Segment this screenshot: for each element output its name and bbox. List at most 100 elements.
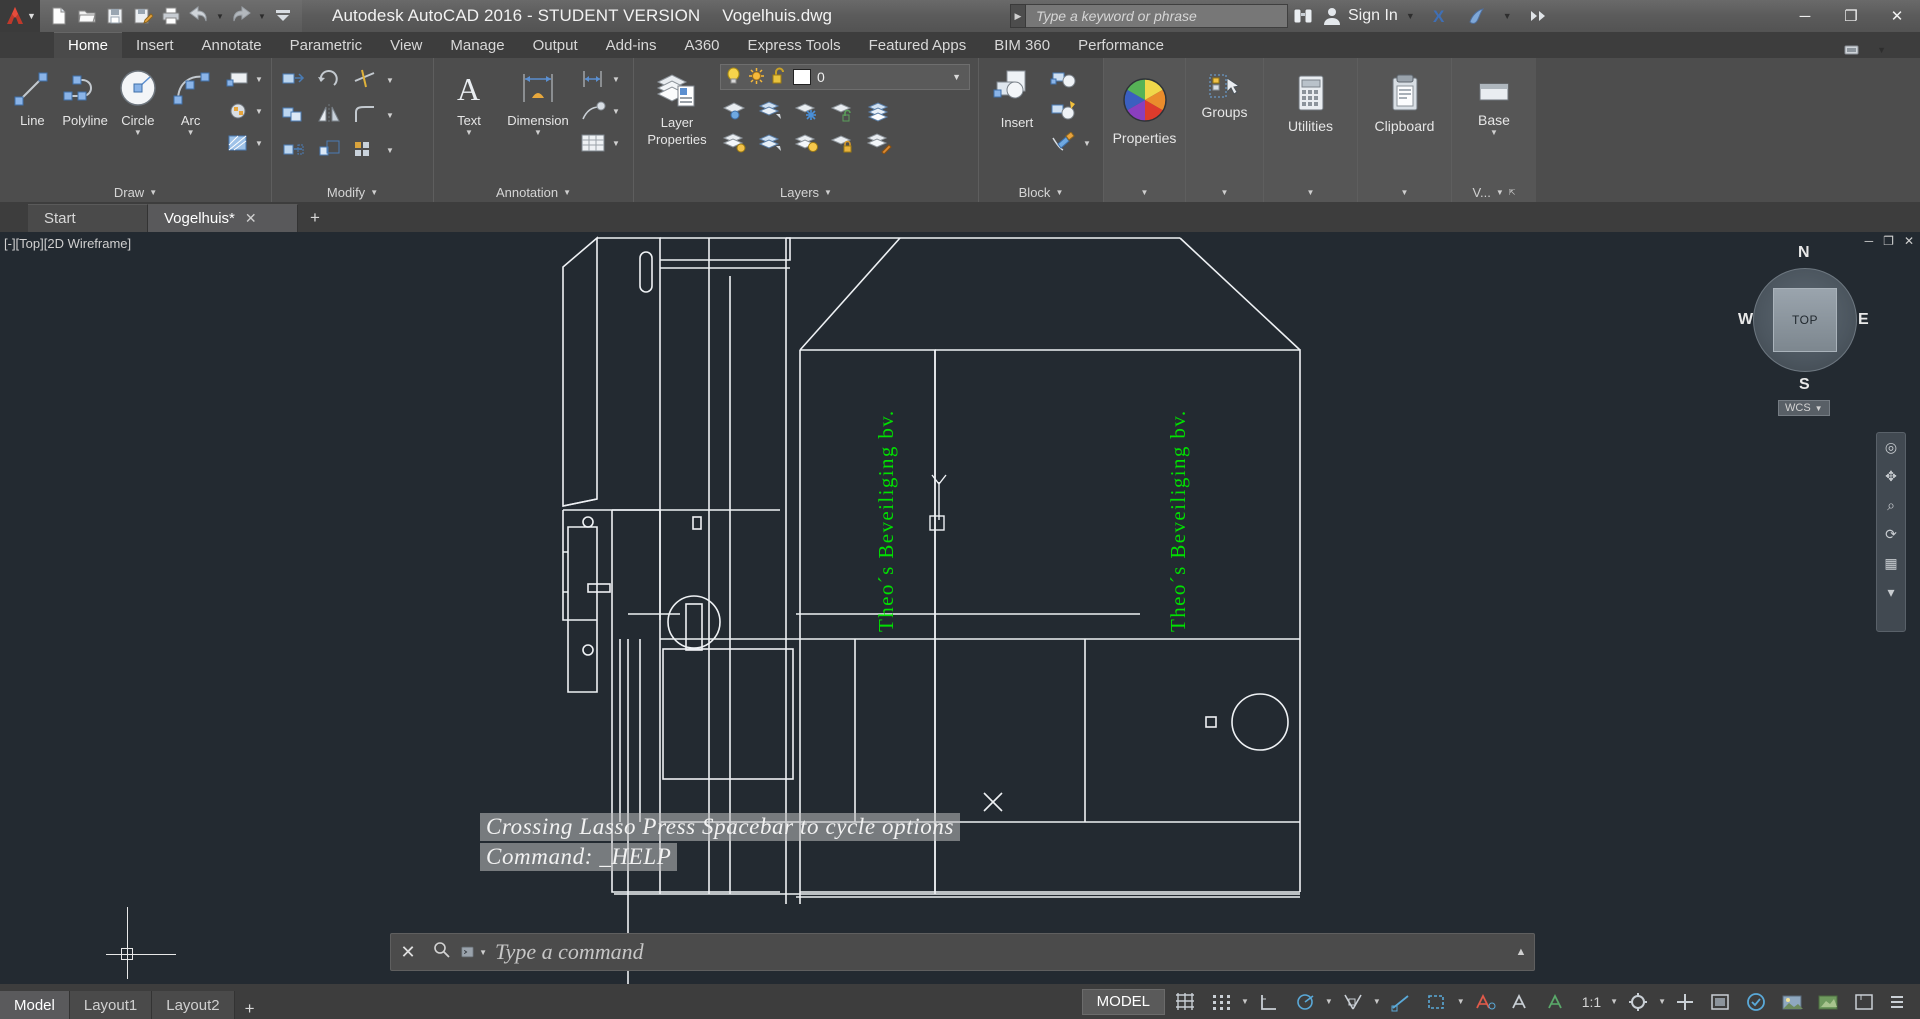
panel-groups-expand-icon[interactable]: ▼ bbox=[1221, 188, 1229, 197]
minimize-button[interactable]: ─ bbox=[1782, 0, 1828, 32]
hardware-acceleration-icon[interactable] bbox=[1740, 987, 1772, 1017]
undo-icon[interactable] bbox=[186, 3, 212, 29]
signin-caret-icon[interactable]: ▼ bbox=[1406, 11, 1415, 21]
panel-layers-expand-icon[interactable]: ▼ bbox=[824, 188, 832, 197]
compass-north-label[interactable]: N bbox=[1798, 244, 1810, 262]
wcs-caret-icon[interactable]: ▼ bbox=[1815, 404, 1823, 413]
modify-fillet-caret-icon[interactable]: ▼ bbox=[386, 99, 396, 132]
annotation-text-button[interactable]: A Text ▼ bbox=[440, 64, 498, 137]
autocad-app-menu-button[interactable]: ▼ bbox=[0, 0, 40, 32]
lineweight-icon[interactable] bbox=[1421, 987, 1453, 1017]
new-file-icon[interactable] bbox=[46, 3, 72, 29]
layer-color-swatch[interactable] bbox=[793, 69, 811, 85]
pin-ribbon-icon[interactable] bbox=[1524, 2, 1554, 30]
draw-polygon-icon[interactable] bbox=[223, 96, 253, 126]
layer-lock-icon[interactable] bbox=[828, 128, 858, 158]
compass-east-label[interactable]: E bbox=[1858, 311, 1869, 329]
view-cube-top-face[interactable]: TOP bbox=[1773, 288, 1837, 352]
edit-attribute-icon[interactable] bbox=[1049, 128, 1079, 158]
infocenter-expand-icon[interactable]: ▶ bbox=[1010, 4, 1026, 28]
orbit-icon[interactable]: ⟳ bbox=[1885, 526, 1897, 543]
annotation-auto-scale-icon[interactable] bbox=[1541, 987, 1573, 1017]
pan-icon[interactable]: ✥ bbox=[1885, 468, 1897, 485]
layout-tab-layout1[interactable]: Layout1 bbox=[70, 991, 152, 1019]
snap-mode-icon[interactable] bbox=[1205, 987, 1237, 1017]
draw-polygon-caret-icon[interactable]: ▼ bbox=[255, 96, 265, 126]
lightbulb-on-icon[interactable] bbox=[725, 67, 742, 88]
undo-caret-icon[interactable]: ▼ bbox=[214, 12, 226, 21]
polar-tracking-icon[interactable] bbox=[1289, 987, 1321, 1017]
zoom-extents-icon[interactable]: ⌕ bbox=[1887, 497, 1895, 514]
search-icon[interactable] bbox=[425, 941, 459, 964]
graphics-performance-icon[interactable] bbox=[1812, 987, 1844, 1017]
file-tab-close-icon[interactable]: ✕ bbox=[245, 210, 257, 227]
expand-icon[interactable]: ▲ bbox=[1508, 946, 1534, 958]
annotation-scale-caret-icon[interactable]: ▼ bbox=[1610, 997, 1618, 1006]
annotation-linear-caret-icon[interactable]: ▼ bbox=[612, 64, 622, 94]
properties-button[interactable]: Properties bbox=[1110, 72, 1179, 145]
drawing-canvas[interactable]: [-][Top][2D Wireframe] ─ ❐ ✕ bbox=[0, 232, 1920, 984]
panel-block-expand-icon[interactable]: ▼ bbox=[1055, 188, 1063, 197]
base-view-dropdown-icon[interactable]: ▼ bbox=[1490, 128, 1498, 137]
tab-add-ins[interactable]: Add-ins bbox=[592, 32, 671, 58]
draw-arc-dropdown-icon[interactable]: ▼ bbox=[187, 128, 195, 137]
draw-rectangle-icon[interactable] bbox=[223, 64, 253, 94]
workspace-caret-icon[interactable]: ▼ bbox=[1877, 45, 1886, 55]
modify-mirror-icon[interactable] bbox=[314, 99, 344, 129]
annotation-dimension-dropdown-icon[interactable]: ▼ bbox=[534, 128, 542, 137]
tab-performance[interactable]: Performance bbox=[1064, 32, 1178, 58]
tab-insert[interactable]: Insert bbox=[122, 32, 188, 58]
restore-button[interactable]: ❐ bbox=[1828, 0, 1874, 32]
redo-caret-icon[interactable]: ▼ bbox=[256, 12, 268, 21]
layer-off-icon[interactable] bbox=[756, 128, 786, 158]
layer-previous-icon[interactable] bbox=[864, 96, 894, 126]
draw-line-button[interactable]: Line bbox=[6, 64, 59, 127]
save-icon[interactable] bbox=[102, 3, 128, 29]
modify-rotate-icon[interactable] bbox=[314, 64, 344, 94]
draw-circle-button[interactable]: Circle ▼ bbox=[112, 64, 165, 137]
tab-featured-apps[interactable]: Featured Apps bbox=[855, 32, 981, 58]
layer-match-icon[interactable] bbox=[756, 96, 786, 126]
modify-trim-icon[interactable] bbox=[350, 64, 380, 94]
sun-freeze-icon[interactable] bbox=[748, 67, 765, 88]
layer-combo-caret-icon[interactable]: ▼ bbox=[952, 72, 965, 82]
customization-icon[interactable] bbox=[1670, 987, 1700, 1017]
annotation-dimension-button[interactable]: Dimension ▼ bbox=[498, 64, 578, 137]
qat-more-icon[interactable] bbox=[270, 3, 296, 29]
command-prompt-icon[interactable]: ▼ bbox=[461, 942, 487, 962]
define-attributes-icon[interactable] bbox=[1049, 96, 1079, 126]
annotation-text-dropdown-icon[interactable]: ▼ bbox=[465, 128, 473, 137]
layer-merge-icon[interactable] bbox=[864, 128, 894, 158]
tab-a360[interactable]: A360 bbox=[670, 32, 733, 58]
clean-screen-icon[interactable] bbox=[1704, 987, 1736, 1017]
sign-in-button[interactable]: Sign In bbox=[1322, 6, 1398, 26]
tab-bim-360[interactable]: BIM 360 bbox=[980, 32, 1064, 58]
snap-caret-icon[interactable]: ▼ bbox=[1241, 997, 1249, 1006]
workspace-switching-icon[interactable] bbox=[1622, 987, 1654, 1017]
clipboard-button[interactable]: Clipboard bbox=[1364, 70, 1445, 133]
layout-tab-model[interactable]: Model bbox=[0, 991, 70, 1019]
steering-wheel-icon[interactable]: ◎ bbox=[1885, 439, 1897, 456]
panel-view-arrow-icon[interactable]: ⇱ bbox=[1509, 188, 1516, 197]
workspace-switch-button[interactable]: ▼ bbox=[1829, 42, 1920, 58]
close-icon[interactable]: ✕ bbox=[391, 942, 425, 963]
grid-display-icon[interactable] bbox=[1169, 987, 1201, 1017]
layer-unlock-small-icon[interactable] bbox=[828, 96, 858, 126]
modify-trim-caret-icon[interactable]: ▼ bbox=[386, 64, 396, 97]
modify-stretch-icon[interactable] bbox=[278, 134, 308, 164]
edit-attribute-caret-icon[interactable]: ▼ bbox=[1083, 128, 1093, 158]
annotation-scale-value[interactable]: 1:1 bbox=[1577, 987, 1606, 1017]
modify-copy-icon[interactable] bbox=[278, 99, 308, 129]
draw-circle-dropdown-icon[interactable]: ▼ bbox=[134, 128, 142, 137]
open-file-icon[interactable] bbox=[74, 3, 100, 29]
annotation-visibility-icon[interactable] bbox=[1469, 987, 1501, 1017]
layer-properties-button[interactable]: Layer Properties bbox=[640, 64, 714, 146]
draw-arc-button[interactable]: Arc ▼ bbox=[164, 64, 217, 137]
annotation-scale-change-icon[interactable] bbox=[1505, 987, 1537, 1017]
help-caret-icon[interactable]: ▼ bbox=[1503, 11, 1512, 21]
panel-utilities-expand-icon[interactable]: ▼ bbox=[1307, 188, 1315, 197]
annotation-leader-caret-icon[interactable]: ▼ bbox=[612, 96, 622, 126]
annotation-table-caret-icon[interactable]: ▼ bbox=[612, 128, 622, 158]
modify-array-icon[interactable] bbox=[350, 134, 380, 164]
base-view-button[interactable]: Base ▼ bbox=[1458, 72, 1530, 137]
